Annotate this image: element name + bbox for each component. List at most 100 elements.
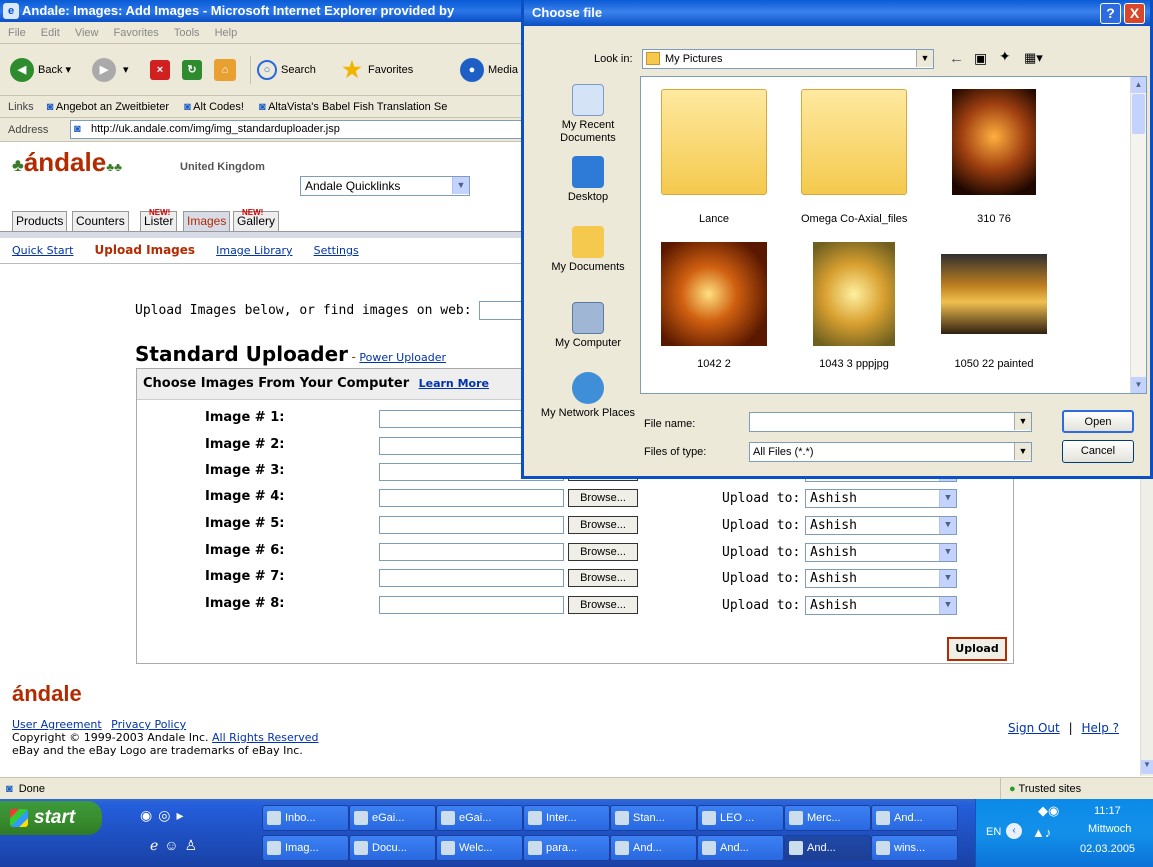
place-desktop[interactable]: Desktop bbox=[536, 156, 640, 204]
scroll-up-icon[interactable]: ▲ bbox=[1131, 77, 1146, 93]
media-quicklaunch-icon[interactable]: ◎ bbox=[158, 807, 176, 823]
help-button[interactable]: ? bbox=[1100, 3, 1121, 24]
upload-folder-select[interactable]: Ashish ▼ bbox=[805, 543, 957, 562]
tab-products[interactable]: Products bbox=[12, 211, 68, 231]
new-folder-icon[interactable]: ✦ bbox=[999, 48, 1011, 65]
menu-file[interactable]: File bbox=[8, 27, 26, 39]
browse-button[interactable]: Browse... bbox=[568, 516, 638, 534]
scroll-thumb[interactable] bbox=[1132, 94, 1145, 134]
file-item[interactable]: Omega Co-Axial_files bbox=[801, 89, 907, 225]
search-button[interactable]: ○ Search bbox=[250, 56, 316, 84]
browser-quicklaunch-icon[interactable]: ℯ bbox=[150, 837, 164, 853]
image-file-input[interactable] bbox=[379, 569, 564, 587]
tray-icons[interactable]: ▲♪ bbox=[1032, 825, 1051, 840]
person-quicklaunch-icon[interactable]: ♙ bbox=[185, 837, 204, 853]
scroll-down-icon[interactable]: ▼ bbox=[1131, 377, 1146, 393]
taskbar-window-button[interactable]: And... bbox=[610, 835, 697, 861]
menu-help[interactable]: Help bbox=[215, 27, 238, 39]
place-network[interactable]: My Network Places bbox=[536, 372, 640, 420]
help-link[interactable]: Help ? bbox=[1081, 721, 1119, 735]
home-button[interactable]: ⌂ bbox=[214, 56, 240, 84]
privacy-policy-link[interactable]: Privacy Policy bbox=[111, 718, 186, 731]
image-file-input[interactable] bbox=[379, 489, 564, 507]
upload-folder-select[interactable]: Ashish ▼ bbox=[805, 516, 957, 535]
file-item[interactable]: 310 76 bbox=[941, 89, 1047, 225]
player-quicklaunch-icon[interactable]: ▸ bbox=[176, 807, 189, 823]
taskbar-window-button[interactable]: LEO ... bbox=[697, 805, 784, 831]
link-angebot[interactable]: ◙ Angebot an Zweitbieter bbox=[47, 101, 169, 113]
link-babel-fish[interactable]: ◙ AltaVista's Babel Fish Translation Se bbox=[259, 101, 447, 113]
taskbar-window-button[interactable]: And... bbox=[697, 835, 784, 861]
taskbar-window-button[interactable]: Merc... bbox=[784, 805, 871, 831]
taskbar-window-button[interactable]: And... bbox=[871, 805, 958, 831]
sign-out-link[interactable]: Sign Out bbox=[1008, 721, 1060, 735]
favorites-button[interactable]: ★ Favorites bbox=[340, 56, 413, 84]
forward-button[interactable]: ▶ ▾ bbox=[92, 56, 129, 84]
upload-button[interactable]: Upload bbox=[947, 637, 1007, 661]
browse-button[interactable]: Browse... bbox=[568, 543, 638, 561]
image-file-input[interactable] bbox=[379, 596, 564, 614]
quicklinks-select[interactable]: Andale Quicklinks ▼ bbox=[300, 176, 470, 196]
subnav-quick-start[interactable]: Quick Start bbox=[12, 244, 73, 257]
all-rights-link[interactable]: All Rights Reserved bbox=[212, 731, 319, 744]
up-folder-icon[interactable]: ▣ bbox=[974, 50, 987, 67]
menu-tools[interactable]: Tools bbox=[174, 27, 200, 39]
taskbar-window-button[interactable]: eGai... bbox=[349, 805, 436, 831]
taskbar-window-button[interactable]: Inter... bbox=[523, 805, 610, 831]
stop-button[interactable]: × bbox=[150, 56, 174, 84]
start-button[interactable]: start bbox=[0, 801, 102, 835]
cancel-button[interactable]: Cancel bbox=[1062, 440, 1134, 463]
close-button[interactable]: X bbox=[1124, 3, 1145, 24]
image-file-input[interactable] bbox=[379, 516, 564, 534]
taskbar-window-button[interactable]: Welc... bbox=[436, 835, 523, 861]
ie-quicklaunch-icon[interactable]: ◉ bbox=[140, 807, 158, 823]
browse-button[interactable]: Browse... bbox=[568, 596, 638, 614]
upload-folder-select[interactable]: Ashish ▼ bbox=[805, 596, 957, 615]
place-my-computer[interactable]: My Computer bbox=[536, 302, 640, 350]
web-search-input[interactable] bbox=[479, 301, 524, 320]
open-button[interactable]: Open bbox=[1062, 410, 1134, 433]
file-item[interactable]: 1050 22 painted bbox=[941, 242, 1047, 370]
upload-folder-select[interactable]: Ashish ▼ bbox=[805, 569, 957, 588]
address-input[interactable]: ◙ http://uk.andale.com/img/img_standardu… bbox=[70, 120, 530, 139]
upload-folder-select[interactable]: Ashish ▼ bbox=[805, 489, 957, 508]
subnav-settings[interactable]: Settings bbox=[314, 244, 359, 257]
taskbar-window-button[interactable]: And... bbox=[784, 835, 871, 861]
menu-view[interactable]: View bbox=[75, 27, 99, 39]
file-item[interactable]: Lance bbox=[661, 89, 767, 225]
look-in-select[interactable]: My Pictures ▼ bbox=[642, 49, 934, 69]
file-item[interactable]: 1042 2 bbox=[661, 242, 767, 370]
place-recent-documents[interactable]: My Recent Documents bbox=[536, 84, 640, 145]
menu-edit[interactable]: Edit bbox=[41, 27, 60, 39]
tab-images[interactable]: Images bbox=[183, 211, 231, 231]
taskbar-window-button[interactable]: wins... bbox=[871, 835, 958, 861]
browse-button[interactable]: Browse... bbox=[568, 569, 638, 587]
language-indicator[interactable]: EN bbox=[986, 826, 1001, 838]
tab-gallery[interactable]: NEW! Gallery bbox=[233, 208, 280, 231]
view-menu-icon[interactable]: ▦▾ bbox=[1024, 50, 1043, 66]
tray-icons[interactable]: ◆◉ bbox=[1038, 803, 1059, 819]
link-alt-codes[interactable]: ◙ Alt Codes! bbox=[184, 101, 244, 113]
back-arrow-icon[interactable]: ← bbox=[949, 50, 964, 67]
taskbar-window-button[interactable]: eGai... bbox=[436, 805, 523, 831]
taskbar-window-button[interactable]: Docu... bbox=[349, 835, 436, 861]
chevron-left-icon[interactable]: ‹ bbox=[1006, 823, 1022, 839]
taskbar-window-button[interactable]: para... bbox=[523, 835, 610, 861]
media-button[interactable]: ● Media bbox=[460, 56, 518, 84]
file-type-select[interactable]: All Files (*.*) ▼ bbox=[749, 442, 1032, 462]
subnav-image-library[interactable]: Image Library bbox=[216, 244, 292, 257]
menu-favorites[interactable]: Favorites bbox=[114, 27, 159, 39]
browse-button[interactable]: Browse... bbox=[568, 489, 638, 507]
scroll-down-icon[interactable]: ▼ bbox=[1141, 760, 1153, 774]
file-list-scrollbar[interactable]: ▲ ▼ bbox=[1130, 77, 1146, 393]
messenger-quicklaunch-icon[interactable]: ☺ bbox=[164, 837, 184, 853]
file-item[interactable]: 1043 3 pppjpg bbox=[801, 242, 907, 370]
power-uploader-link[interactable]: Power Uploader bbox=[359, 351, 446, 364]
image-file-input[interactable] bbox=[379, 543, 564, 561]
tab-lister[interactable]: NEW! Lister bbox=[140, 208, 178, 231]
taskbar-window-button[interactable]: Imag... bbox=[262, 835, 349, 861]
tab-counters[interactable]: Counters bbox=[72, 211, 129, 231]
file-name-input[interactable]: ▼ bbox=[749, 412, 1032, 432]
refresh-button[interactable]: ↻ bbox=[182, 56, 206, 84]
back-button[interactable]: ◀ Back ▾ bbox=[10, 56, 71, 84]
